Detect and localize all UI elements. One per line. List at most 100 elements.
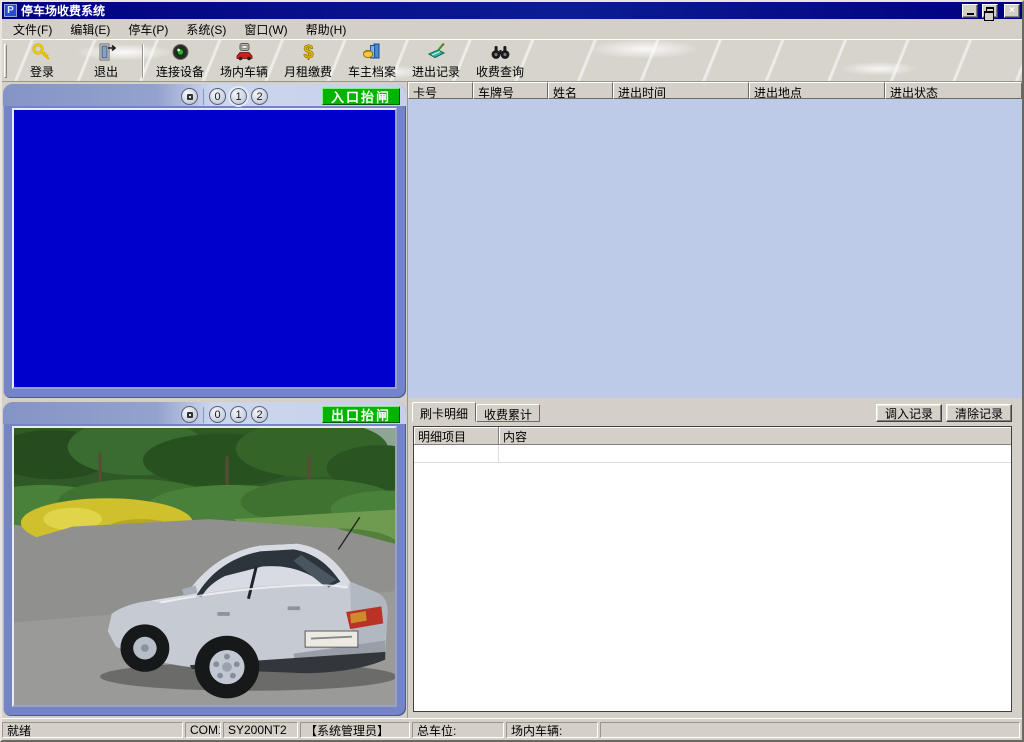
detail-table-header: 明细项目 内容 (414, 427, 1011, 445)
status-total-spaces: 总车位: (412, 722, 504, 738)
status-bar: 就绪 COM1 SY200NT2 【系统管理员】 总车位: 场内车辆: (2, 718, 1022, 740)
exit-gate-open-button[interactable]: 出口抬闸 (322, 406, 400, 423)
menu-edit[interactable]: 编辑(E) (61, 19, 119, 40)
channel-separator (203, 407, 204, 423)
detail-panel: 刷卡明细 收费累计 调入记录 清除记录 明细项目 内容 (408, 398, 1022, 718)
entrance-camera-panel: 0 1 2 入口抬闸 (3, 84, 406, 398)
column-header-inout-place[interactable]: 进出地点 (749, 82, 885, 99)
inout-records-button[interactable]: 进出记录 (404, 41, 468, 81)
notepad-pen-icon (426, 42, 447, 62)
menu-file[interactable]: 文件(F) (4, 19, 61, 40)
camera-lens-icon (170, 42, 191, 62)
tab-card-detail[interactable]: 刷卡明细 (412, 402, 476, 422)
clear-records-button[interactable]: 清除记录 (946, 404, 1012, 422)
toolbar-button-label: 场内车辆 (220, 63, 268, 80)
tab-fee-total[interactable]: 收费累计 (476, 404, 540, 422)
toolbar-grip[interactable] (4, 44, 7, 78)
records-table-header: 卡号 车牌号 姓名 进出时间 进出地点 进出状态 (408, 82, 1022, 99)
exit-channel-0-button[interactable]: 0 (209, 406, 226, 423)
toolbar-button-label: 连接设备 (156, 63, 204, 80)
toolbar-separator (142, 44, 144, 78)
detail-table-body (414, 463, 1011, 711)
toolbar-button-label: 车主档案 (348, 63, 396, 80)
exit-video-feed (12, 426, 397, 707)
app-icon: P (4, 4, 17, 17)
column-header-inout-status[interactable]: 进出状态 (885, 82, 1022, 99)
close-button[interactable]: × (1004, 4, 1020, 18)
detail-tab-row: 刷卡明细 收费累计 调入记录 清除记录 (410, 401, 1020, 422)
load-records-button[interactable]: 调入记录 (876, 404, 942, 422)
exit-camera-photo (14, 428, 395, 705)
detail-empty-cell (414, 445, 499, 462)
status-extra (600, 722, 1020, 738)
close-icon: × (1009, 5, 1015, 16)
toolbar-button-label: 进出记录 (412, 63, 460, 80)
menu-window[interactable]: 窗口(W) (235, 19, 296, 40)
exit-channel-2-button[interactable]: 2 (251, 406, 268, 423)
status-in-park: 场内车辆: (506, 722, 598, 738)
status-operator: 【系统管理员】 (300, 722, 410, 738)
exit-camera-panel: 0 1 2 出口抬闸 (3, 402, 406, 716)
column-header-content[interactable]: 内容 (499, 427, 1011, 444)
toolbar: 登录 退出 连接设备 (2, 39, 1022, 82)
inpark-vehicles-button[interactable]: 场内车辆 (212, 41, 276, 81)
square-icon (187, 94, 193, 100)
records-list-body (408, 99, 1022, 398)
minimize-button[interactable] (962, 4, 978, 18)
owner-archive-button[interactable]: 车主档案 (340, 41, 404, 81)
restore-icon (986, 7, 994, 14)
toolbar-button-label: 月租缴费 (284, 63, 332, 80)
logout-button[interactable]: 退出 (74, 41, 138, 81)
app-window: P 停车场收费系统 × 文件(F) 编辑(E) 停车(P) 系统(S) 窗口(W… (0, 0, 1024, 742)
archive-books-icon (362, 42, 383, 62)
status-ready: 就绪 (2, 722, 183, 738)
toolbar-button-label: 登录 (30, 63, 54, 80)
column-header-inout-time[interactable]: 进出时间 (613, 82, 749, 99)
entrance-channel-0-button[interactable]: 0 (209, 88, 226, 105)
menu-bar: 文件(F) 编辑(E) 停车(P) 系统(S) 窗口(W) 帮助(H) (2, 19, 1022, 39)
dollar-glyph: $ (303, 42, 313, 62)
binoculars-icon (490, 42, 511, 62)
exit-channel-1-button[interactable]: 1 (230, 406, 247, 423)
camera-column: 0 1 2 入口抬闸 0 1 (2, 82, 407, 718)
monthly-fee-button[interactable]: $ 月租缴费 (276, 41, 340, 81)
title-bar: P 停车场收费系统 × (2, 2, 1022, 19)
column-header-detail-item[interactable]: 明细项目 (414, 427, 499, 444)
minimize-icon (967, 13, 974, 15)
restore-button[interactable] (982, 4, 998, 18)
records-column: 卡号 车牌号 姓名 进出时间 进出地点 进出状态 刷卡明细 收费累计 调入记录 … (407, 82, 1022, 718)
dollar-icon: $ (298, 42, 319, 62)
square-icon (187, 412, 193, 418)
channel-separator (203, 89, 204, 105)
detail-empty-row (414, 445, 1011, 463)
entrance-video-feed (12, 108, 397, 389)
detail-table: 明细项目 内容 (413, 426, 1012, 712)
entrance-channel-2-button[interactable]: 2 (251, 88, 268, 105)
window-title: 停车场收费系统 (21, 2, 958, 19)
exit-door-icon (96, 42, 117, 62)
fee-query-button[interactable]: 收费查询 (468, 41, 532, 81)
menu-system[interactable]: 系统(S) (177, 19, 235, 40)
column-header-plate-no[interactable]: 车牌号 (473, 82, 548, 99)
menu-park[interactable]: 停车(P) (119, 19, 177, 40)
entrance-channel-1-button[interactable]: 1 (230, 88, 247, 105)
column-header-card-no[interactable]: 卡号 (408, 82, 473, 99)
toolbar-button-label: 退出 (94, 63, 118, 80)
menu-help[interactable]: 帮助(H) (297, 19, 356, 40)
key-icon (32, 42, 53, 62)
login-button[interactable]: 登录 (10, 41, 74, 81)
entrance-gate-open-button[interactable]: 入口抬闸 (322, 88, 400, 105)
main-area: 0 1 2 入口抬闸 0 1 (2, 82, 1022, 718)
status-com-port: COM1 (185, 722, 221, 738)
entrance-snapshot-button[interactable] (181, 88, 198, 105)
column-header-name[interactable]: 姓名 (548, 82, 613, 99)
toolbar-button-label: 收费查询 (476, 63, 524, 80)
connect-device-button[interactable]: 连接设备 (148, 41, 212, 81)
exit-channel-buttons: 0 1 2 (181, 406, 268, 423)
entrance-camera-header: 0 1 2 入口抬闸 (3, 84, 406, 106)
exit-snapshot-button[interactable] (181, 406, 198, 423)
entrance-channel-buttons: 0 1 2 (181, 88, 268, 105)
status-device: SY200NT2 (223, 722, 298, 738)
exit-camera-header: 0 1 2 出口抬闸 (3, 402, 406, 424)
booth-car-icon (234, 42, 255, 62)
